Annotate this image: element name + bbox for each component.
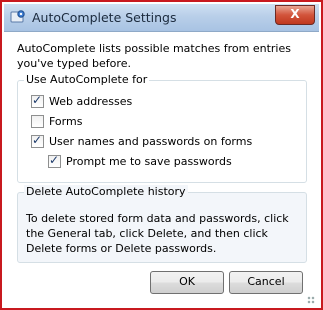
close-icon: X bbox=[290, 7, 300, 21]
delete-history-legend: Delete AutoComplete history bbox=[24, 185, 188, 198]
forms-checkbox[interactable] bbox=[31, 115, 44, 128]
close-button[interactable]: X bbox=[275, 5, 315, 25]
forms-option[interactable]: Forms bbox=[31, 115, 82, 128]
title-bar[interactable]: AutoComplete Settings X bbox=[4, 4, 319, 32]
dialog-window: AutoComplete Settings X AutoComplete lis… bbox=[0, 0, 323, 310]
web-addresses-option[interactable]: Web addresses bbox=[31, 93, 133, 108]
ok-button[interactable]: OK bbox=[150, 271, 224, 294]
delete-history-group: Delete AutoComplete history To delete st… bbox=[17, 185, 307, 263]
window-title: AutoComplete Settings bbox=[32, 10, 177, 25]
forms-label: Forms bbox=[49, 115, 83, 128]
web-addresses-checkbox[interactable] bbox=[31, 93, 44, 108]
use-autocomplete-legend: Use AutoComplete for bbox=[24, 73, 150, 86]
prompt-save-passwords-checkbox[interactable] bbox=[48, 153, 61, 168]
resize-grip-icon[interactable] bbox=[307, 296, 315, 304]
user-names-passwords-option[interactable]: User names and passwords on forms bbox=[31, 133, 253, 148]
dialog-body: AutoComplete lists possible matches from… bbox=[4, 32, 319, 308]
intro-text: AutoComplete lists possible matches from… bbox=[17, 42, 291, 70]
cancel-button[interactable]: Cancel bbox=[229, 271, 303, 294]
prompt-save-passwords-option[interactable]: Prompt me to save passwords bbox=[48, 153, 232, 168]
settings-app-icon bbox=[10, 10, 25, 23]
use-autocomplete-group: Use AutoComplete for Web addresses Forms… bbox=[17, 73, 307, 183]
delete-history-text: To delete stored form data and passwords… bbox=[26, 212, 289, 255]
user-names-passwords-checkbox[interactable] bbox=[31, 133, 44, 148]
web-addresses-label: Web addresses bbox=[49, 95, 133, 108]
user-names-passwords-label: User names and passwords on forms bbox=[49, 135, 253, 148]
prompt-save-passwords-label: Prompt me to save passwords bbox=[66, 155, 232, 168]
